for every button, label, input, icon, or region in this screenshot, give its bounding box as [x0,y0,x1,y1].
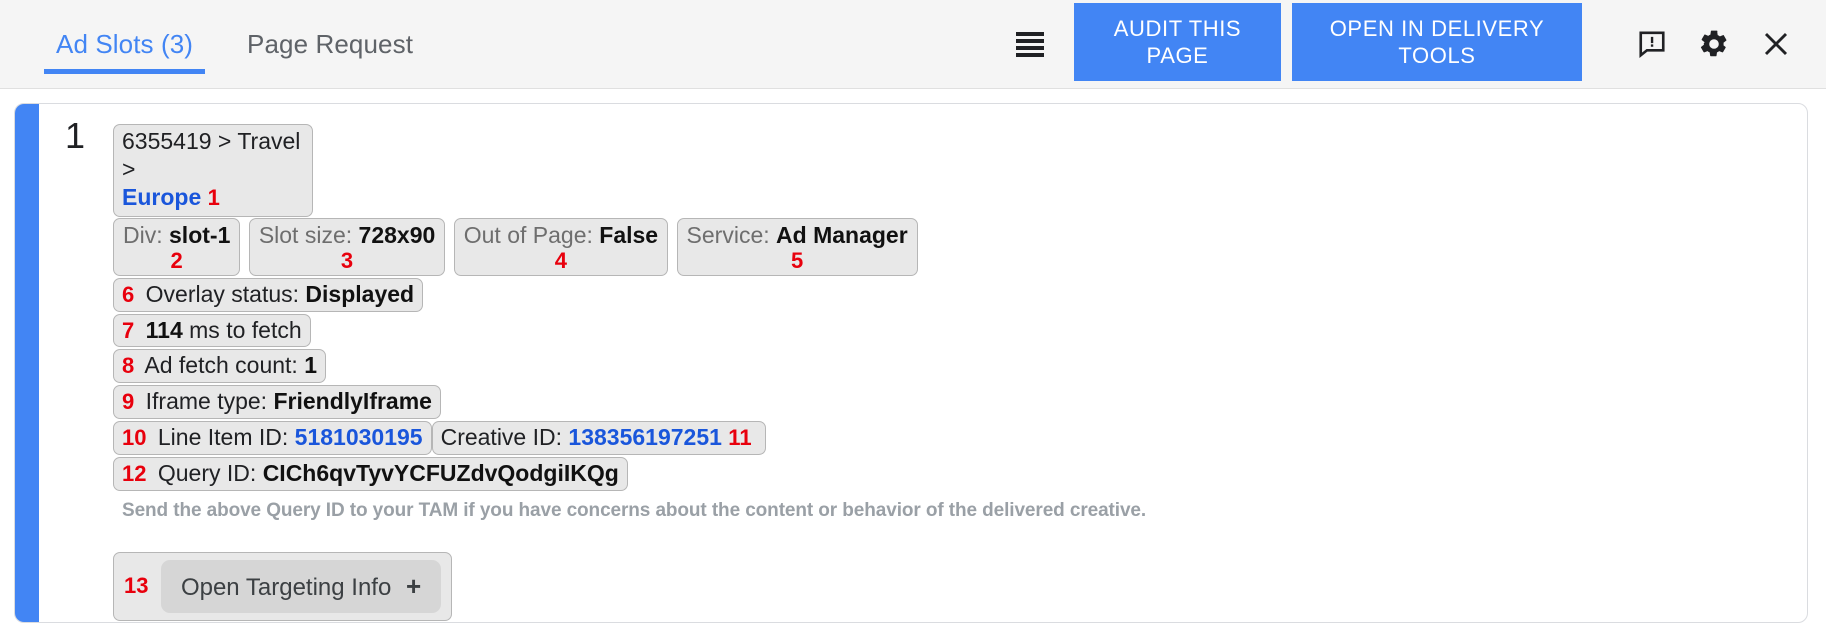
line-item-id-chip[interactable]: 10 Line Item ID: 5181030195 [113,421,432,455]
detail-line-iframe-type: 9 Iframe type: FriendlyIframe [113,385,1807,419]
tab-bar: Ad Slots (3) Page Request [0,0,429,88]
detail-line-query-id: 12 Query ID: CICh6qvTyvYCFUZdvQodgiIKQg [113,457,1807,491]
badge-4: 4 [464,248,658,275]
meta-label-div: Div: [123,222,163,248]
open-in-delivery-tools-button[interactable]: OPEN IN DELIVERY TOOLS [1292,3,1582,81]
badge-2: 2 [123,248,230,275]
overlay-status-chip: 6 Overlay status: Displayed [113,278,423,312]
detail-line-ad-fetch-count: 8 Ad fetch count: 1 [113,349,1807,383]
header-spacer [429,0,1002,88]
fetch-time-label: ms to fetch [189,317,301,343]
overlay-status-value: Displayed [305,281,414,307]
iframe-type-value: FriendlyIframe [273,388,432,414]
hamburger-line [1016,53,1044,57]
meta-label-service: Service: [687,222,770,248]
meta-chip-slot-size: Slot size: 728x90 3 [249,218,445,276]
plus-icon: + [406,571,421,601]
badge-11: 11 [728,425,751,450]
tab-page-request-label: Page Request [247,29,413,60]
meta-chip-div: Div: slot-1 2 [113,218,240,276]
meta-chip-service: Service: Ad Manager 5 [677,218,918,276]
fetch-time-chip: 7 114 ms to fetch [113,314,311,348]
detail-line-ids: 10 Line Item ID: 5181030195 Creative ID:… [113,421,1807,455]
detail-line-overlay-status: 6 Overlay status: Displayed [113,278,1807,312]
detail-line-fetch-time: 7 114 ms to fetch [113,314,1807,348]
breadcrumb-leaf[interactable]: Europe [122,184,201,210]
targeting-info-wrapper: 13 Open Targeting Info + [113,552,452,621]
badge-12: 12 [122,461,146,486]
badge-5: 5 [687,248,908,275]
creative-id-value[interactable]: 138356197251 [568,424,722,450]
badge-3: 3 [259,248,435,275]
feedback-icon[interactable] [1624,0,1680,88]
badge-9: 9 [122,389,134,414]
tab-spacer [209,0,231,88]
line-item-id-label: Line Item ID: [158,424,288,450]
meta-label-slot-size: Slot size: [259,222,352,248]
gear-icon[interactable] [1686,0,1742,88]
meta-chip-row: Div: slot-1 2 Slot size: 728x90 3 [113,218,1807,276]
meta-label-out-of-page: Out of Page: [464,222,593,248]
hamburger-icon[interactable] [1002,0,1058,88]
creative-id-label: Creative ID: [441,424,562,450]
ad-slot-card-container: 1 6355419 > Travel > Europe 1 Div: slot-… [0,89,1826,623]
query-id-value: CICh6qvTyvYCFUZdvQodgiIKQg [263,460,619,486]
badge-8: 8 [122,353,134,378]
query-id-hint: Send the above Query ID to your TAM if y… [122,500,1807,522]
fetch-time-value: 114 [146,317,183,343]
line-item-id-value[interactable]: 5181030195 [295,424,423,450]
open-targeting-info-label: Open Targeting Info [181,574,391,601]
badge-13: 13 [124,573,148,598]
overlay-status-label: Overlay status: [146,281,299,307]
meta-value-slot-size: 728x90 [359,222,436,248]
ad-fetch-count-value: 1 [304,352,317,378]
query-id-chip: 12 Query ID: CICh6qvTyvYCFUZdvQodgiIKQg [113,457,628,491]
meta-value-div: slot-1 [169,222,230,248]
top-header: Ad Slots (3) Page Request AUDIT THIS PAG… [0,0,1826,89]
badge-1: 1 [208,185,220,210]
badge-10: 10 [122,425,146,450]
close-icon[interactable] [1748,0,1804,88]
iframe-type-chip: 9 Iframe type: FriendlyIframe [113,385,441,419]
ad-slot-details: 1 6355419 > Travel > Europe 1 Div: slot-… [39,104,1807,622]
meta-value-service: Ad Manager [776,222,908,248]
card-accent-bar [15,104,39,622]
ad-fetch-count-label: Ad fetch count: [144,352,297,378]
badge-6: 6 [122,282,134,307]
hamburger-line [1016,39,1044,43]
chip-area: 6355419 > Travel > Europe 1 Div: slot-1 … [39,112,1807,623]
query-id-label: Query ID: [158,460,256,486]
hamburger-line [1016,46,1044,50]
open-targeting-info-button[interactable]: Open Targeting Info + [161,560,441,613]
meta-chip-out-of-page: Out of Page: False 4 [454,218,668,276]
audit-this-page-button[interactable]: AUDIT THIS PAGE [1074,3,1281,81]
breadcrumb-network: 6355419 > [122,128,231,154]
tab-ad-slots[interactable]: Ad Slots (3) [40,0,209,88]
meta-value-out-of-page: False [599,222,658,248]
creative-id-chip[interactable]: Creative ID: 138356197251 11 [432,421,766,455]
ad-slot-card: 1 6355419 > Travel > Europe 1 Div: slot-… [14,103,1808,623]
ad-unit-breadcrumb[interactable]: 6355419 > Travel > Europe 1 [113,124,313,217]
hamburger-line [1016,32,1044,36]
ad-fetch-count-chip: 8 Ad fetch count: 1 [113,349,326,383]
slot-index: 1 [65,118,85,154]
tab-ad-slots-label: Ad Slots (3) [56,29,193,60]
badge-7: 7 [122,318,134,343]
tab-page-request[interactable]: Page Request [231,0,429,88]
iframe-type-label: Iframe type: [146,388,267,414]
